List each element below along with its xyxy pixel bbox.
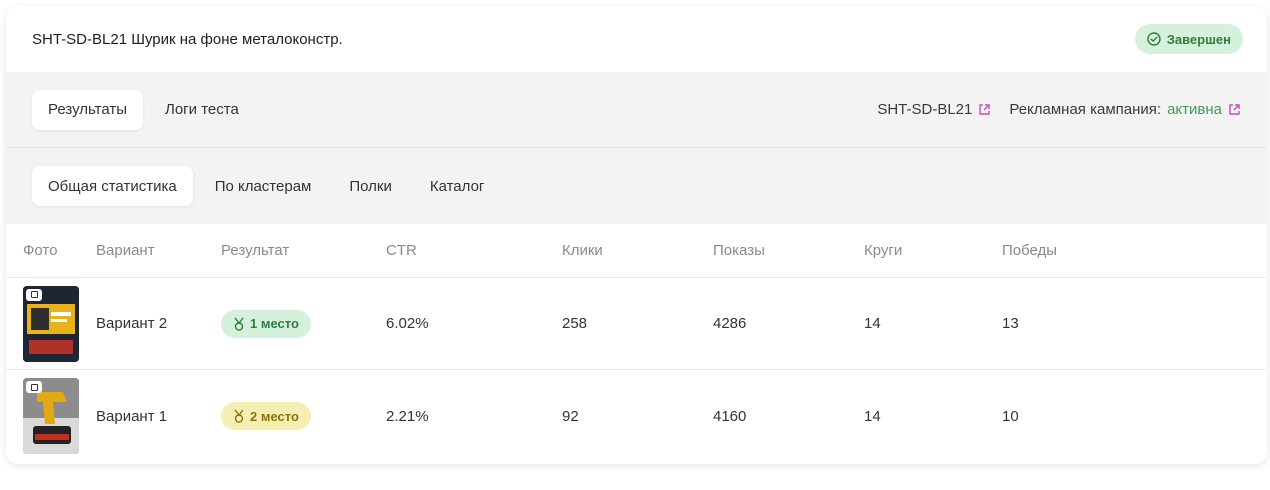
- tab-results[interactable]: Результаты: [32, 89, 143, 130]
- column-header[interactable]: Показы: [713, 242, 864, 259]
- sub-tabs: Общая статистика По кластерам Полки Ката…: [32, 166, 500, 206]
- main-tabs: Результаты Логи теста: [32, 89, 255, 130]
- sku-link[interactable]: SHT-SD-BL21: [877, 101, 991, 118]
- tab-general-stats[interactable]: Общая статистика: [32, 166, 193, 206]
- shows-value: 4286: [713, 315, 747, 332]
- ctr-value: 6.02%: [386, 315, 429, 332]
- check-circle-icon: [1147, 32, 1161, 46]
- place-badge: 1 место: [221, 309, 311, 338]
- medal-icon: [234, 409, 244, 423]
- sub-tabs-row: Общая статистика По кластерам Полки Ката…: [6, 148, 1267, 224]
- rounds-value: 14: [864, 407, 881, 425]
- table-row[interactable]: Вариант 1 2 место 2.21% 92 4160 14 10: [6, 370, 1267, 462]
- campaign-status: активна: [1167, 101, 1222, 118]
- sku-link-label: SHT-SD-BL21: [877, 101, 973, 118]
- header-links: SHT-SD-BL21 Рекламная кампания: активна: [877, 101, 1241, 118]
- column-header[interactable]: CTR: [386, 242, 562, 259]
- variant-name: Вариант 1: [96, 407, 168, 425]
- column-header[interactable]: Клики: [562, 242, 713, 259]
- clicks-value: 258: [562, 315, 588, 332]
- rounds-value: 14: [864, 315, 881, 332]
- tab-test-logs[interactable]: Логи теста: [149, 90, 255, 130]
- tab-shelves[interactable]: Полки: [333, 166, 408, 206]
- result-cell: 1 место: [221, 309, 386, 338]
- result-cell: 2 место: [221, 402, 386, 430]
- column-header[interactable]: Победы: [1002, 242, 1202, 259]
- table-row[interactable]: Вариант 2 1 место 6.02% 258 4286 14 13: [6, 278, 1267, 370]
- wins-value: 10: [1002, 407, 1019, 425]
- product-thumbnail[interactable]: [23, 285, 79, 362]
- external-link-icon: [1229, 104, 1240, 115]
- ctr-value: 2.21%: [386, 407, 429, 425]
- medal-icon: [234, 317, 244, 331]
- place-label: 1 место: [250, 316, 299, 331]
- column-header[interactable]: Вариант: [96, 242, 221, 259]
- photo-cell: [6, 285, 96, 362]
- column-header[interactable]: Результат: [221, 242, 386, 259]
- column-header[interactable]: Круги: [864, 242, 1002, 259]
- video-camera-icon: [26, 381, 42, 393]
- card-header: SHT-SD-BL21 Шурик на фоне металоконстр. …: [6, 6, 1267, 72]
- page-title: SHT-SD-BL21 Шурик на фоне металоконстр.: [32, 30, 343, 48]
- tab-catalog[interactable]: Каталог: [414, 166, 501, 206]
- status-label: Завершен: [1166, 31, 1231, 47]
- main-tabs-row: Результаты Логи теста SHT-SD-BL21 Реклам…: [6, 72, 1267, 148]
- shows-value: 4160: [713, 407, 747, 425]
- campaign-label: Рекламная кампания:: [1009, 101, 1162, 118]
- photo-cell: [6, 378, 96, 454]
- external-link-icon: [979, 104, 991, 115]
- campaign-link[interactable]: Рекламная кампания: активна: [1009, 101, 1241, 118]
- tab-by-clusters[interactable]: По кластерам: [199, 166, 328, 206]
- column-header[interactable]: Фото: [6, 242, 96, 259]
- status-badge: Завершен: [1134, 24, 1243, 54]
- table-header-row: Фото Вариант Результат CTR Клики Показы …: [6, 224, 1267, 278]
- clicks-value: 92: [562, 407, 579, 425]
- results-table: Фото Вариант Результат CTR Клики Показы …: [6, 224, 1267, 464]
- product-thumbnail[interactable]: [23, 378, 79, 454]
- test-card: SHT-SD-BL21 Шурик на фоне металоконстр. …: [6, 6, 1267, 464]
- wins-value: 13: [1002, 315, 1019, 332]
- variant-name: Вариант 2: [96, 315, 168, 332]
- place-label: 2 место: [250, 408, 299, 424]
- place-badge: 2 место: [221, 402, 311, 430]
- video-camera-icon: [26, 288, 42, 301]
